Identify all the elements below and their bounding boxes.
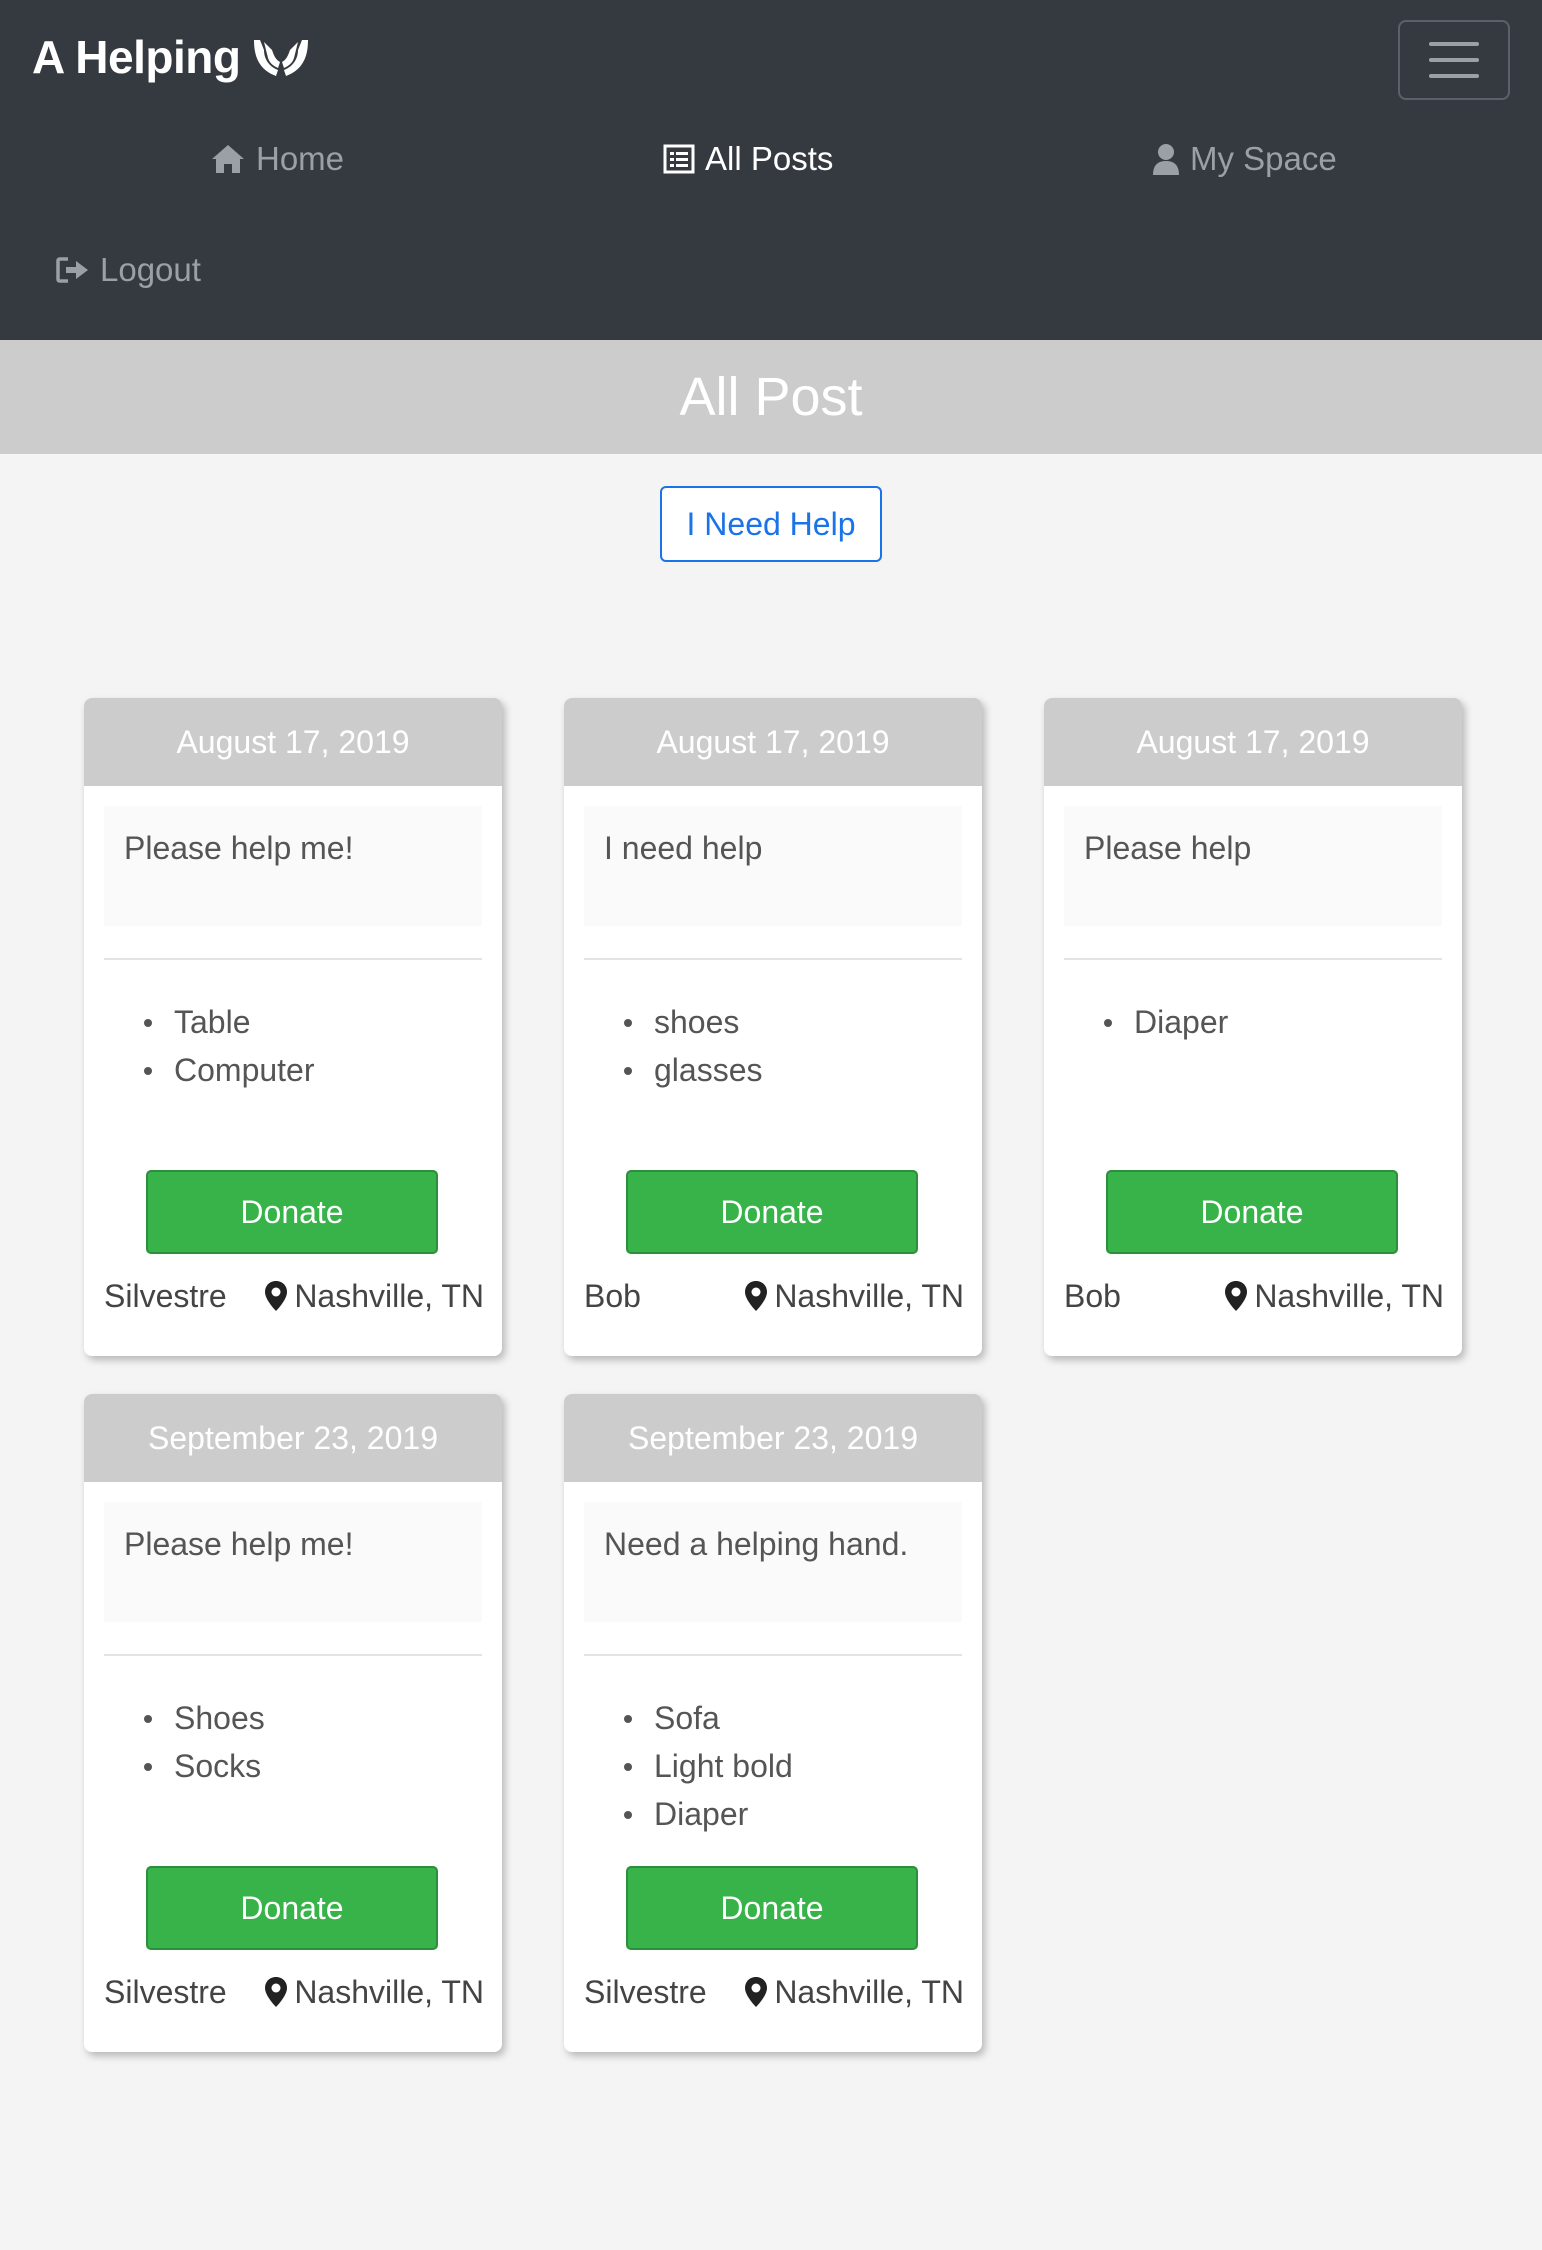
nav-logout-label: Logout: [100, 251, 201, 288]
post-date: September 23, 2019: [84, 1394, 502, 1482]
page-header: All Post: [0, 340, 1542, 454]
donate-button[interactable]: Donate: [146, 1866, 438, 1950]
divider: [1064, 958, 1442, 960]
donate-button[interactable]: Donate: [146, 1170, 438, 1254]
nav-home-label: Home: [256, 140, 345, 177]
post-location-text: Nashville, TN: [774, 1973, 964, 2010]
divider: [104, 1654, 482, 1656]
post-location: Nashville, TN: [1224, 1278, 1444, 1315]
post-location-text: Nashville, TN: [1254, 1277, 1444, 1314]
map-pin-icon: [265, 1977, 288, 2007]
nav-home[interactable]: Home: [210, 140, 344, 178]
post-card: August 17, 2019 I need help shoes glasses…: [564, 698, 982, 1356]
donate-button[interactable]: Donate: [626, 1170, 918, 1254]
page-title: All Post: [679, 367, 863, 427]
donate-button[interactable]: Donate: [1106, 1170, 1398, 1254]
post-message: Need a helping hand.: [584, 1502, 962, 1622]
post-location: Nashville, TN: [264, 1974, 484, 2011]
post-item: Table: [144, 998, 315, 1046]
post-author: Bob: [1064, 1277, 1121, 1314]
list-icon: [663, 144, 695, 174]
hands-icon: [254, 40, 309, 76]
menu-icon-bar: [1429, 74, 1479, 78]
post-author: Silvestre: [584, 1973, 707, 2010]
post-message: Please help me!: [104, 1502, 482, 1622]
post-items-list: Table Computer: [144, 998, 315, 1094]
post-message: Please help me!: [104, 806, 482, 926]
post-date: August 17, 2019: [564, 698, 982, 786]
post-footer: Silvestre Nashville, TN: [104, 1966, 484, 2018]
nav-logout[interactable]: Logout: [56, 251, 201, 289]
post-items-list: Diaper: [1104, 998, 1228, 1046]
post-footer: Bob Nashville, TN: [584, 1270, 964, 1322]
post-location-text: Nashville, TN: [294, 1973, 484, 2010]
post-location: Nashville, TN: [744, 1278, 964, 1315]
post-footer: Silvestre Nashville, TN: [104, 1270, 484, 1322]
post-items-list: shoes glasses: [624, 998, 763, 1094]
brand-title: A Helping: [32, 31, 241, 83]
post-card: September 23, 2019 Need a helping hand. …: [564, 1394, 982, 2052]
nav-all-posts[interactable]: All Posts: [663, 140, 833, 178]
need-help-button[interactable]: I Need Help: [660, 486, 882, 562]
post-author: Silvestre: [104, 1973, 227, 2010]
post-item: shoes: [624, 998, 763, 1046]
post-message: I need help: [584, 806, 962, 926]
nav-my-space[interactable]: My Space: [1152, 140, 1337, 178]
menu-toggle-button[interactable]: [1398, 20, 1510, 100]
post-footer: Bob Nashville, TN: [1064, 1270, 1444, 1322]
divider: [584, 1654, 962, 1656]
post-location: Nashville, TN: [264, 1278, 484, 1315]
brand-logo[interactable]: A Helping: [32, 30, 312, 84]
user-icon: [1153, 144, 1179, 175]
post-message: Please help: [1064, 806, 1442, 926]
post-items-list: Shoes Socks: [144, 1694, 265, 1790]
post-author: Bob: [584, 1277, 641, 1314]
post-items-list: Sofa Light bold Diaper: [624, 1694, 793, 1838]
post-card: August 17, 2019 Please help Diaper Donat…: [1044, 698, 1462, 1356]
post-location: Nashville, TN: [744, 1974, 964, 2011]
post-location-text: Nashville, TN: [294, 1277, 484, 1314]
map-pin-icon: [265, 1281, 288, 1311]
divider: [104, 958, 482, 960]
post-location-text: Nashville, TN: [774, 1277, 964, 1314]
post-item: Shoes: [144, 1694, 265, 1742]
post-date: August 17, 2019: [84, 698, 502, 786]
donate-button[interactable]: Donate: [626, 1866, 918, 1950]
logout-icon: [56, 257, 88, 283]
nav-my-space-label: My Space: [1190, 140, 1337, 177]
post-date: September 23, 2019: [564, 1394, 982, 1482]
map-pin-icon: [745, 1977, 768, 2007]
menu-icon: [1429, 42, 1479, 46]
divider: [584, 958, 962, 960]
post-item: Light bold: [624, 1742, 793, 1790]
post-footer: Silvestre Nashville, TN: [584, 1966, 964, 2018]
post-item: Computer: [144, 1046, 315, 1094]
nav-all-posts-label: All Posts: [705, 140, 834, 177]
post-item: Sofa: [624, 1694, 793, 1742]
post-item: glasses: [624, 1046, 763, 1094]
map-pin-icon: [1225, 1281, 1248, 1311]
navbar: A Helping Home All Posts My Space Logout: [0, 0, 1542, 340]
post-item: Diaper: [1104, 998, 1228, 1046]
post-card: August 17, 2019 Please help me! Table Com…: [84, 698, 502, 1356]
post-date: August 17, 2019: [1044, 698, 1462, 786]
post-item: Socks: [144, 1742, 265, 1790]
menu-icon-bar: [1429, 58, 1479, 62]
post-author: Silvestre: [104, 1277, 227, 1314]
post-card: September 23, 2019 Please help me! Shoes…: [84, 1394, 502, 2052]
home-icon: [212, 145, 244, 173]
post-item: Diaper: [624, 1790, 793, 1838]
map-pin-icon: [745, 1281, 768, 1311]
